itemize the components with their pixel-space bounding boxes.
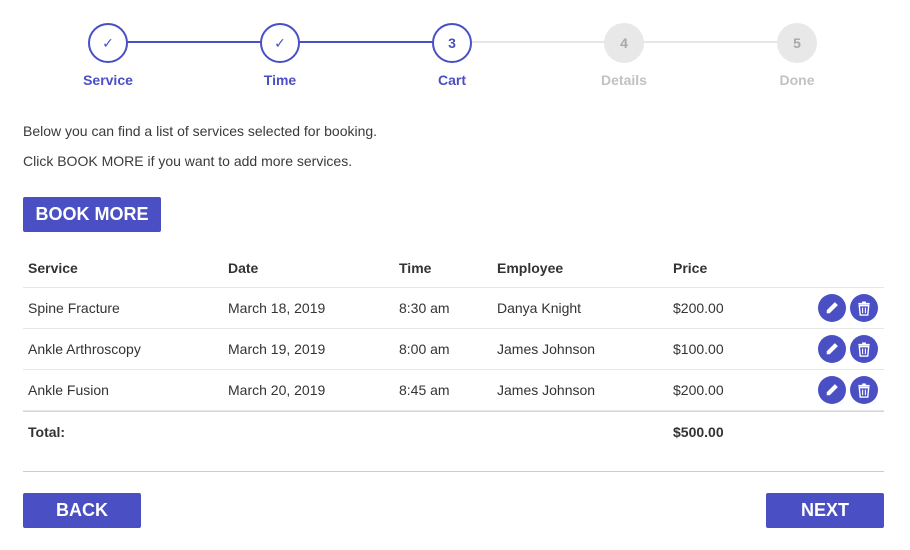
- row-service: Ankle Fusion: [28, 382, 109, 398]
- table-header: Service Date Time Employee Price: [23, 248, 884, 288]
- table-row: Spine Fracture March 18, 2019 8:30 am Da…: [23, 288, 884, 329]
- row-actions: [818, 288, 878, 328]
- total-label: Total:: [28, 423, 66, 440]
- column-header-price: Price: [673, 259, 708, 276]
- row-actions: [818, 370, 878, 410]
- pencil-icon: [826, 343, 838, 355]
- step-service[interactable]: ✓ Service: [48, 23, 168, 88]
- row-price: $200.00: [673, 300, 724, 316]
- delete-button[interactable]: [850, 335, 878, 363]
- divider: [23, 471, 884, 472]
- row-employee: Danya Knight: [497, 300, 582, 316]
- back-button[interactable]: BACK: [23, 493, 141, 528]
- row-date: March 18, 2019: [228, 300, 326, 316]
- cart-table: Service Date Time Employee Price Spine F…: [23, 248, 884, 451]
- row-employee: James Johnson: [497, 382, 596, 398]
- row-time: 8:00 am: [399, 341, 450, 357]
- edit-button[interactable]: [818, 376, 846, 404]
- next-button[interactable]: NEXT: [766, 493, 884, 528]
- row-service: Spine Fracture: [28, 300, 120, 316]
- row-time: 8:30 am: [399, 300, 450, 316]
- step-cart: 3 Cart: [392, 23, 512, 88]
- row-employee: James Johnson: [497, 341, 596, 357]
- step-time[interactable]: ✓ Time: [220, 23, 340, 88]
- step-time-label: Time: [263, 72, 297, 88]
- step-done: 5 Done: [737, 23, 857, 88]
- step-service-indicator: ✓: [88, 23, 128, 63]
- total-value: $500.00: [673, 423, 724, 440]
- pencil-icon: [826, 384, 838, 396]
- step-details-indicator: 4: [604, 23, 644, 63]
- row-service: Ankle Arthroscopy: [28, 341, 141, 357]
- book-more-button[interactable]: BOOK MORE: [23, 197, 161, 232]
- edit-button[interactable]: [818, 294, 846, 322]
- row-price: $200.00: [673, 382, 724, 398]
- column-header-employee: Employee: [497, 259, 564, 276]
- trash-icon: [858, 341, 870, 357]
- row-price: $100.00: [673, 341, 724, 357]
- column-header-service: Service: [28, 259, 78, 276]
- row-date: March 19, 2019: [228, 341, 326, 357]
- step-time-indicator: ✓: [260, 23, 300, 63]
- delete-button[interactable]: [850, 294, 878, 322]
- trash-icon: [858, 382, 870, 398]
- table-row: Ankle Fusion March 20, 2019 8:45 am Jame…: [23, 370, 884, 411]
- step-details: 4 Details: [564, 23, 684, 88]
- step-cart-indicator: 3: [432, 23, 472, 63]
- table-row: Ankle Arthroscopy March 19, 2019 8:00 am…: [23, 329, 884, 370]
- column-header-date: Date: [228, 259, 259, 276]
- pencil-icon: [826, 302, 838, 314]
- step-details-label: Details: [601, 72, 647, 88]
- edit-button[interactable]: [818, 335, 846, 363]
- row-actions: [818, 329, 878, 369]
- row-date: March 20, 2019: [228, 382, 326, 398]
- delete-button[interactable]: [850, 376, 878, 404]
- step-service-label: Service: [83, 72, 133, 88]
- row-time: 8:45 am: [399, 382, 450, 398]
- intro-hint: Click BOOK MORE if you want to add more …: [23, 153, 353, 169]
- step-done-label: Done: [779, 72, 815, 88]
- total-row: Total: $500.00: [23, 411, 884, 451]
- column-header-time: Time: [399, 259, 432, 276]
- step-done-indicator: 5: [777, 23, 817, 63]
- booking-stepper: ✓ Service ✓ Time 3 Cart 4 Details 5 Done: [0, 0, 910, 100]
- step-cart-label: Cart: [437, 72, 466, 88]
- trash-icon: [858, 300, 870, 316]
- intro-text: Below you can find a list of services se…: [23, 123, 378, 139]
